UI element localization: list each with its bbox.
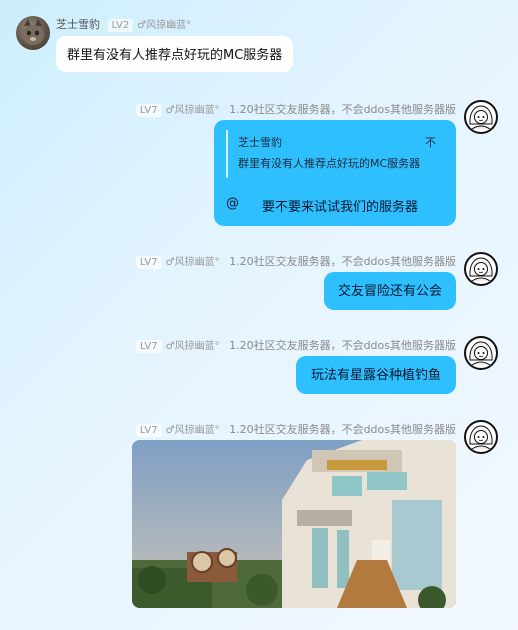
level-badge: LV7 (135, 256, 162, 269)
minecraft-building-image (132, 440, 456, 608)
group-tag: ♂风掠幽蓝° (165, 257, 220, 268)
quoted-message[interactable]: 芝士雪豹 不 群里有没有人推荐点好玩的MC服务器 (226, 130, 444, 178)
quote-author: 芝士雪豹 (238, 136, 282, 149)
quote-more-label: 不 (425, 136, 436, 149)
sender-line-3: LV7 ♂风掠幽蓝° 1.20社区交友服务器，不会ddos其他服务器版 (132, 253, 456, 269)
level-badge: LV2 (107, 19, 134, 32)
avatar-anime[interactable] (464, 420, 498, 454)
sender-line-1: 芝士雪豹 LV2 ♂风掠幽蓝° (56, 16, 191, 32)
message-image[interactable] (132, 440, 456, 608)
message-bubble-1[interactable]: 群里有没有人推荐点好玩的MC服务器 (56, 36, 294, 72)
avatar-cat[interactable] (16, 16, 50, 50)
mention-at[interactable]: @ (226, 196, 239, 211)
message-text: 交友冒险还有公会 (337, 284, 442, 299)
quote-text: 群里有没有人推荐点好玩的MC服务器 (238, 157, 421, 170)
sender-title: 1.20社区交友服务器，不会ddos其他服务器版 (229, 423, 456, 436)
anime-girl-icon (469, 425, 493, 450)
sender-line-2: LV7 ♂风掠幽蓝° 1.20社区交友服务器，不会ddos其他服务器版 (132, 101, 456, 117)
level-badge: LV7 (135, 104, 162, 117)
group-tag: ♂风掠幽蓝° (137, 20, 192, 31)
level-badge: LV7 (135, 424, 162, 437)
group-tag: ♂风掠幽蓝° (165, 105, 220, 116)
avatar-anime[interactable] (464, 336, 498, 370)
chat-window: 芝士雪豹 LV2 ♂风掠幽蓝° 群里有没有人推荐点好玩的MC服务器 LV7 ♂风掠幽… (0, 0, 518, 630)
anime-girl-icon (469, 105, 493, 130)
anime-girl-icon (469, 257, 493, 282)
group-tag: ♂风掠幽蓝° (165, 425, 220, 436)
avatar-anime[interactable] (464, 100, 498, 134)
sender-line-4: LV7 ♂风掠幽蓝° 1.20社区交友服务器，不会ddos其他服务器版 (132, 337, 456, 353)
sender-title: 1.20社区交友服务器，不会ddos其他服务器版 (229, 103, 456, 116)
message-text: 群里有没有人推荐点好玩的MC服务器 (67, 48, 283, 63)
message-text: 玩法有星露谷种植钓鱼 (310, 368, 441, 383)
sender-title: 1.20社区交友服务器，不会ddos其他服务器版 (229, 339, 456, 352)
sender-name[interactable]: 芝士雪豹 (56, 18, 100, 31)
message-bubble-3[interactable]: 交友冒险还有公会 (324, 272, 456, 310)
level-badge: LV7 (135, 340, 162, 353)
avatar-anime[interactable] (464, 252, 498, 286)
cat-icon (22, 19, 44, 45)
group-tag: ♂风掠幽蓝° (165, 341, 220, 352)
message-text: 要不要来试试我们的服务器 (262, 200, 419, 215)
sender-title: 1.20社区交友服务器，不会ddos其他服务器版 (229, 255, 456, 268)
message-bubble-2[interactable]: 芝士雪豹 不 群里有没有人推荐点好玩的MC服务器 @ 要不要来试试我们的服务器 (214, 120, 456, 226)
anime-girl-icon (469, 341, 493, 366)
message-bubble-4[interactable]: 玩法有星露谷种植钓鱼 (296, 356, 456, 394)
sender-line-5: LV7 ♂风掠幽蓝° 1.20社区交友服务器，不会ddos其他服务器版 (132, 421, 456, 437)
